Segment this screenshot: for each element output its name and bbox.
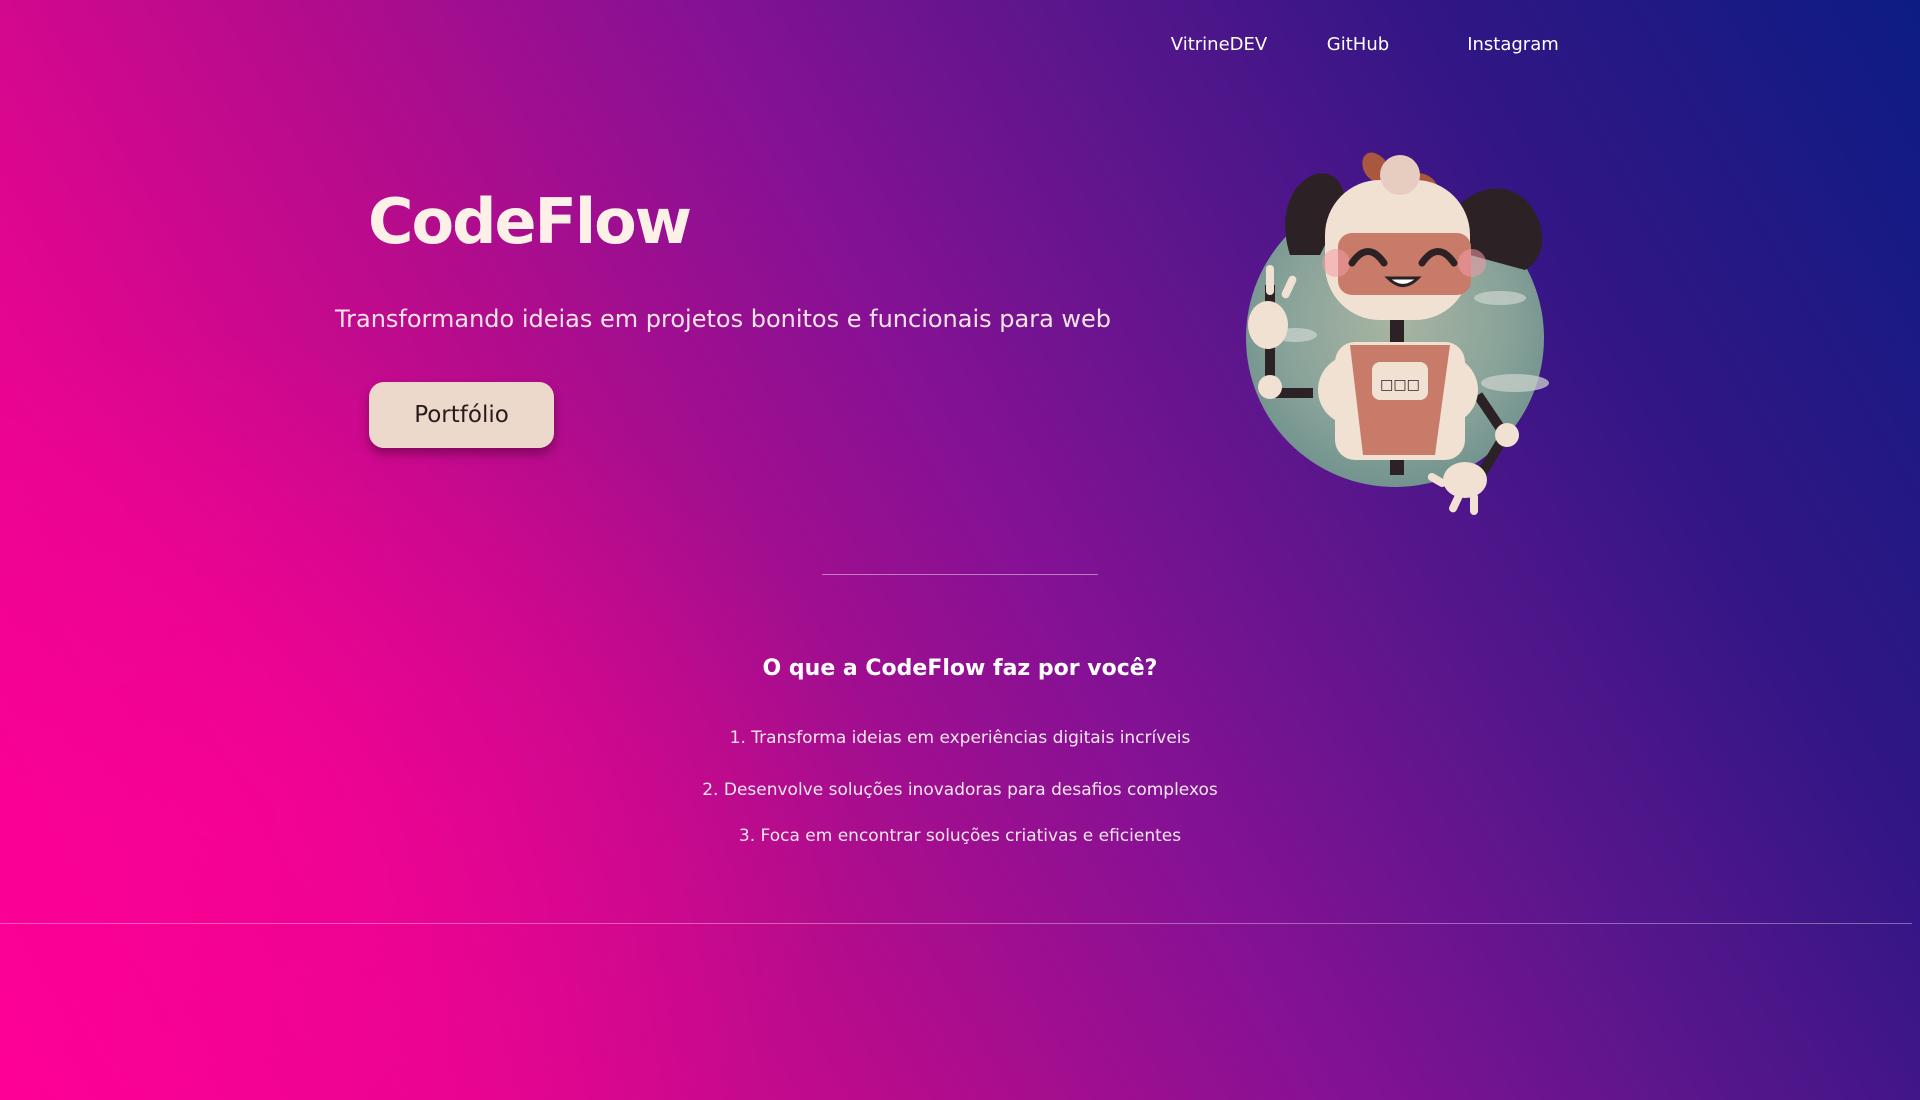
- section-divider: [822, 574, 1098, 575]
- footer-divider: [0, 923, 1912, 924]
- nav-link-instagram[interactable]: Instagram: [1448, 34, 1578, 55]
- nav-link-github[interactable]: GitHub: [1298, 34, 1418, 55]
- brand-title: CodeFlow: [368, 185, 692, 258]
- svg-text:□□□: □□□: [1380, 377, 1420, 393]
- list-item: 3. Foca em encontrar soluções criativas …: [738, 826, 1182, 846]
- hero-tagline: Transformando ideias em projetos bonitos…: [335, 305, 1112, 333]
- top-nav: VitrineDEV GitHub Instagram: [1150, 34, 1578, 55]
- nav-link-vitrinedev[interactable]: VitrineDEV: [1150, 34, 1288, 55]
- robot-mascot-illustration: □□□: [1246, 152, 1549, 515]
- services-list: 1. Transforma ideias em experiências dig…: [0, 726, 1920, 848]
- list-item: 2. Desenvolve soluções inovadoras para d…: [702, 780, 1218, 800]
- services-heading: O que a CodeFlow faz por você?: [762, 656, 1158, 681]
- list-item: 1. Transforma ideias em experiências dig…: [729, 728, 1191, 748]
- portfolio-button[interactable]: Portfólio: [369, 382, 554, 448]
